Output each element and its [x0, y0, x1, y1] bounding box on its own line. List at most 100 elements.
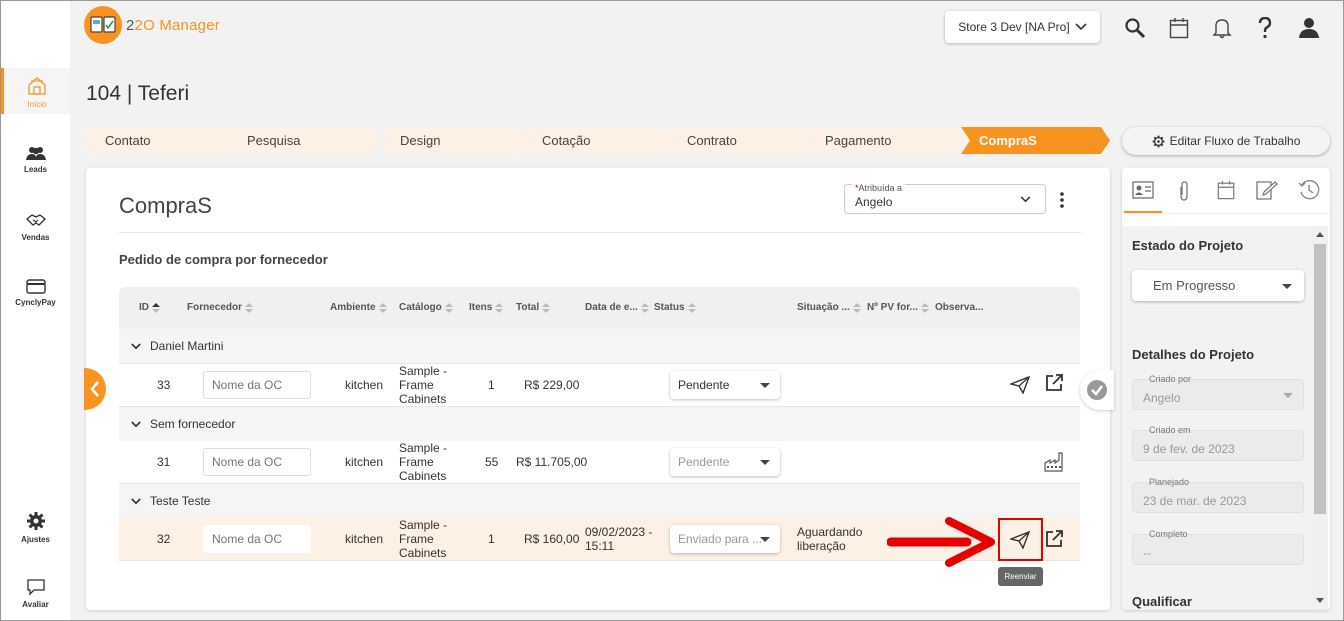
nav-label: CynclyPay	[15, 298, 56, 307]
col-observacao[interactable]: Observa...	[935, 302, 983, 313]
col-fornecedor[interactable]: Fornecedor	[187, 302, 254, 313]
nav-item-inicio[interactable]: Início	[1, 68, 70, 114]
caret-down-icon	[760, 383, 770, 388]
row-total: R$ 160,00	[524, 532, 580, 546]
send-icon[interactable]	[1010, 376, 1030, 394]
row-itens: 1	[488, 378, 495, 392]
paperclip-icon[interactable]	[1178, 180, 1190, 202]
workflow-step-cotacao[interactable]: Cotação	[523, 127, 673, 154]
completo-field[interactable]: Completo --	[1132, 529, 1304, 565]
scroll-down-icon[interactable]	[1316, 598, 1324, 603]
divider	[119, 232, 1081, 233]
scroll-up-icon[interactable]	[1316, 232, 1324, 237]
history-icon[interactable]	[1298, 179, 1320, 201]
sort-icon	[852, 302, 861, 313]
col-situacao[interactable]: Situação ...	[797, 302, 861, 313]
store-select[interactable]: Store 3 Dev [NA Pro]	[945, 11, 1100, 43]
open-external-icon[interactable]	[1045, 530, 1063, 548]
row-ambiente: kitchen	[345, 455, 384, 469]
app-name: 22O Manager	[126, 16, 220, 34]
col-id[interactable]: ID	[139, 302, 160, 313]
planejado-field[interactable]: Planejado 23 de mar. de 2023	[1132, 477, 1304, 513]
edit-workflow-button[interactable]: Editar Fluxo de Trabalho	[1122, 127, 1330, 155]
sort-icon	[245, 302, 254, 313]
sort-icon	[378, 302, 387, 313]
gear-icon	[26, 512, 45, 530]
search-icon[interactable]	[1124, 17, 1146, 39]
chevron-down-icon	[1075, 23, 1087, 31]
group-row[interactable]: Sem fornecedor	[119, 407, 1080, 442]
home-icon	[28, 77, 46, 95]
side-panel-scrollbar[interactable]	[1312, 226, 1328, 610]
workflow-step-pagamento[interactable]: Pagamento	[806, 127, 966, 154]
chat-icon	[26, 579, 45, 596]
gear-icon	[1152, 135, 1164, 147]
calendar-icon[interactable]	[1216, 180, 1236, 200]
col-status[interactable]: Status	[654, 302, 696, 313]
card-title: CompraS	[119, 193, 212, 218]
nav-item-ajustes[interactable]: Ajustes	[1, 511, 70, 544]
table-row: 33 kitchen Sample -FrameCabinets 1 R$ 22…	[119, 364, 1080, 407]
row-catalogo: Sample - Frame Cabinets	[399, 441, 448, 483]
status-select[interactable]: Enviado para ...	[670, 525, 780, 553]
row-id: 32	[157, 532, 171, 546]
edit-workflow-label: Editar Fluxo de Trabalho	[1169, 134, 1301, 148]
oc-name-input[interactable]	[203, 525, 311, 553]
handshake-icon	[25, 214, 46, 226]
logo-badge-icon	[84, 6, 122, 44]
notes-icon[interactable]	[1256, 180, 1278, 200]
col-catalogo[interactable]: Catálogo	[399, 302, 453, 313]
table-header: ID Fornecedor Ambiente Catálogo Itens To…	[119, 287, 1080, 329]
scroll-thumb[interactable]	[1314, 244, 1326, 514]
nav-label: Avaliar	[22, 600, 49, 609]
qualificar-title: Qualificar	[1132, 594, 1192, 609]
left-nav: Início Leads Vendas CynclyPay Ajustes Av…	[1, 1, 70, 620]
workflow-step-pesquisa[interactable]: Pesquisa	[228, 127, 381, 154]
check-circle-icon	[1087, 380, 1107, 400]
col-data[interactable]: Data de e...	[585, 302, 649, 313]
nav-label: Leads	[23, 165, 48, 174]
col-total[interactable]: Total	[516, 302, 551, 313]
criado-por-field: Criado por Angelo	[1132, 374, 1304, 410]
workflow-step-compras[interactable]: CompraS	[961, 127, 1110, 154]
oc-name-input[interactable]	[203, 448, 311, 476]
kebab-menu-icon[interactable]	[1060, 192, 1064, 208]
project-details-body: Estado do Projeto Em Progresso Detalhes …	[1122, 226, 1316, 610]
sort-icon	[920, 302, 929, 313]
workflow-step-contato[interactable]: Contato	[86, 127, 236, 154]
status-select[interactable]: Pendente	[670, 448, 780, 476]
factory-icon[interactable]	[1044, 452, 1064, 472]
complete-step-button[interactable]	[1080, 370, 1114, 410]
project-status-select[interactable]: Em Progresso	[1132, 270, 1304, 301]
row-id: 31	[157, 455, 171, 469]
group-row[interactable]: Daniel Martini	[119, 329, 1080, 364]
col-ambiente[interactable]: Ambiente	[330, 302, 387, 313]
nav-item-vendas[interactable]: Vendas	[1, 211, 70, 242]
caret-down-icon	[1282, 284, 1292, 289]
workflow-step-contrato[interactable]: Contrato	[668, 127, 813, 154]
oc-name-input[interactable]	[203, 371, 311, 399]
open-external-icon[interactable]	[1045, 374, 1063, 392]
sort-icon	[542, 302, 551, 313]
card-icon	[25, 279, 46, 294]
col-pv-fornecedor[interactable]: Nº PV for...	[867, 302, 929, 313]
workflow-step-design[interactable]: Design	[381, 127, 528, 154]
section-subtitle: Pedido de compra por fornecedor	[119, 252, 328, 267]
group-row[interactable]: Teste Teste	[119, 484, 1080, 519]
contact-card-icon[interactable]	[1132, 181, 1154, 199]
status-select[interactable]: Pendente	[670, 371, 780, 399]
calendar-icon[interactable]	[1169, 17, 1189, 39]
help-icon[interactable]	[1257, 17, 1273, 39]
nav-item-cynclypay[interactable]: CynclyPay	[1, 279, 70, 307]
app-logo[interactable]: 22O Manager	[84, 6, 220, 44]
table-row: 31 kitchen Sample -FrameCabinets 55 R$ 1…	[119, 441, 1080, 484]
row-itens: 1	[488, 532, 495, 546]
row-catalogo: Sample - Frame Cabinets	[399, 518, 448, 560]
col-itens[interactable]: Itens	[469, 302, 504, 313]
nav-item-leads[interactable]: Leads	[1, 145, 70, 174]
nav-item-avaliar[interactable]: Avaliar	[1, 578, 70, 609]
user-icon[interactable]	[1298, 17, 1320, 39]
bell-icon[interactable]	[1212, 17, 1232, 39]
assigned-to-select[interactable]: *Atribuída a Angelo	[844, 183, 1046, 214]
criado-em-field: Criado em 9 de fev. de 2023	[1132, 425, 1304, 461]
